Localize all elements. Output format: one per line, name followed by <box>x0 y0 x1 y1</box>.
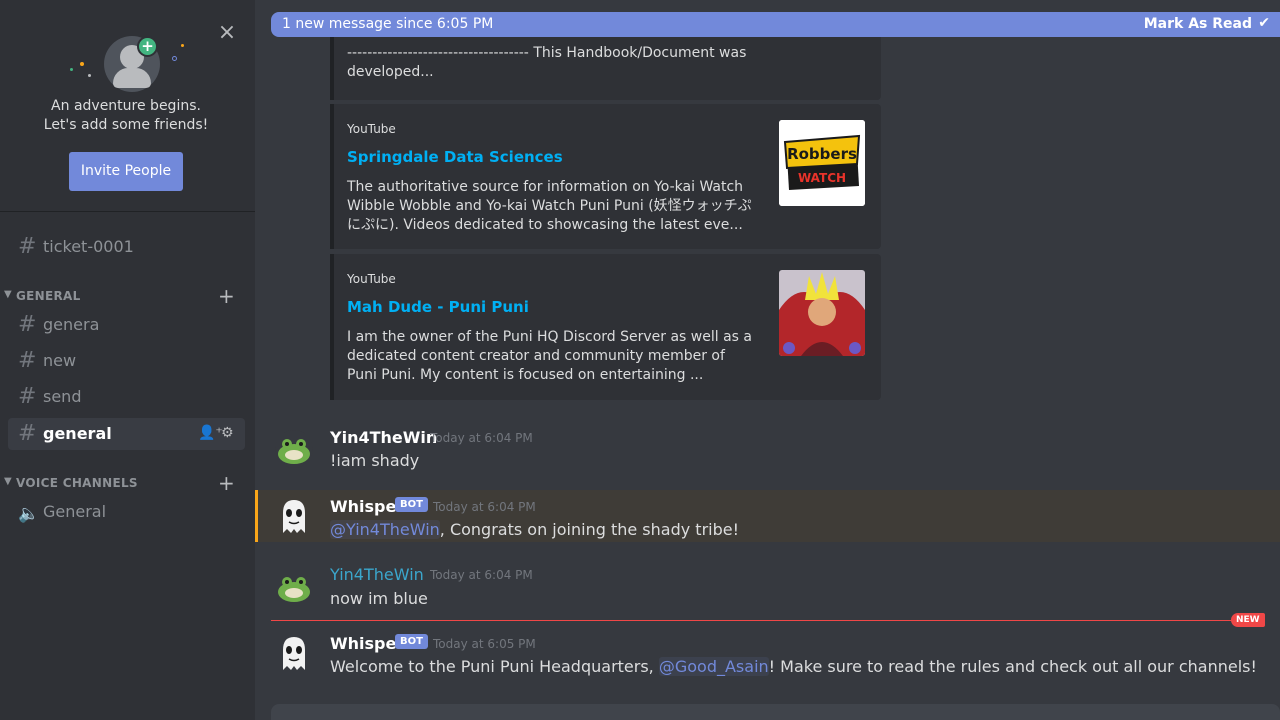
user-avatar[interactable] <box>275 430 313 468</box>
message-text: @Yin4TheWin, Congrats on joining the sha… <box>330 520 739 539</box>
embed-provider[interactable]: YouTube <box>347 272 396 286</box>
hash-icon: # <box>18 384 37 409</box>
user-mention[interactable]: @Yin4TheWin <box>330 520 440 539</box>
hash-icon: # <box>18 234 37 259</box>
channel-new[interactable]: # new <box>8 345 245 377</box>
ghost-avatar-icon <box>283 500 305 533</box>
message-text: !iam shady <box>330 451 420 470</box>
mark-read-icon: ✔ <box>1258 15 1270 31</box>
username[interactable]: Yin4TheWin <box>330 565 424 584</box>
frog-avatar-icon <box>278 577 310 602</box>
user-avatar[interactable] <box>275 568 313 606</box>
message-body: , Congrats on joining the shady tribe! <box>439 520 739 539</box>
youtube-embed: YouTube Springdale Data Sciences The aut… <box>330 104 881 249</box>
embed-provider[interactable]: YouTube <box>347 122 396 136</box>
channel-genera[interactable]: # genera <box>8 309 245 341</box>
invite-line-1: An adventure begins. <box>51 98 201 114</box>
channel-thumbnail[interactable] <box>779 270 865 356</box>
embed-title-link[interactable]: Mah Dude - Puni Puni <box>347 298 529 316</box>
channel-general[interactable]: # general 👤⁺ ⚙ <box>8 418 245 450</box>
invite-card: × + An adventure begins. Let's add some … <box>0 0 255 212</box>
mark-as-read-button[interactable]: Mark As Read <box>1144 16 1252 32</box>
embed-description: The authoritative source for information… <box>347 179 752 233</box>
user-mention[interactable]: @Good_Asain <box>658 657 769 676</box>
username[interactable]: Yin4TheWin <box>330 428 437 447</box>
embed-description: I am the owner of the Puni HQ Discord Se… <box>347 329 752 383</box>
category-label: VOICE CHANNELS <box>16 476 138 490</box>
timestamp: Today at 6:04 PM <box>430 568 533 582</box>
embed-title-link[interactable]: Springdale Data Sciences <box>347 148 563 166</box>
channel-label: genera <box>43 315 100 334</box>
add-friend-icon: + <box>137 36 158 57</box>
sparkle-decoration <box>181 44 184 47</box>
sparkle-decoration <box>88 74 91 77</box>
message-body: Welcome to the Puni Puni Headquarters, <box>330 657 659 676</box>
channel-send[interactable]: # send <box>8 381 245 413</box>
new-messages-divider <box>271 620 1265 621</box>
new-messages-text: 1 new message since 6:05 PM <box>282 16 494 32</box>
robbers-watch-logo: Robbers WATCH <box>779 120 865 206</box>
youtube-embed: YouTube Mah Dude - Puni Puni I am the ow… <box>330 254 881 400</box>
category-label: GENERAL <box>16 289 81 303</box>
category-general[interactable]: ▼ GENERAL + <box>4 284 244 308</box>
speaker-icon: 🔈 <box>18 504 40 524</box>
category-voice-channels[interactable]: ▼ VOICE CHANNELS + <box>4 471 244 495</box>
bot-avatar[interactable] <box>275 634 313 672</box>
svg-text:Robbers: Robbers <box>787 145 857 163</box>
channel-sidebar: × + An adventure begins. Let's add some … <box>0 0 255 720</box>
ghost-avatar-icon <box>283 637 305 670</box>
chat-main: ------------------------------------ Thi… <box>255 0 1280 720</box>
invite-member-icon[interactable]: 👤⁺ <box>198 425 223 441</box>
new-badge: NEW <box>1231 613 1265 627</box>
channel-label: send <box>43 387 82 406</box>
close-icon[interactable]: × <box>216 22 238 44</box>
bot-tag: BOT <box>395 497 428 512</box>
channel-label: general <box>43 424 112 443</box>
bot-avatar[interactable] <box>275 497 313 535</box>
invite-people-button[interactable]: Invite People <box>69 152 183 191</box>
message-body: ! Make sure to read the rules and check … <box>768 657 1257 676</box>
chat-message: Whisper BOT Today at 6:05 PM Welcome to … <box>255 628 1280 684</box>
invite-line-2: Let's add some friends! <box>43 117 209 133</box>
add-channel-icon[interactable]: + <box>218 471 235 495</box>
username[interactable]: Whisper <box>330 634 404 653</box>
character-art-thumbnail <box>779 270 865 356</box>
channel-ticket-0001[interactable]: # ticket-0001 <box>8 231 245 263</box>
gear-icon[interactable]: ⚙ <box>221 425 234 441</box>
bot-tag: BOT <box>395 634 428 649</box>
frog-avatar-icon <box>278 439 310 464</box>
chat-message: Yin4TheWin Today at 6:04 PM !iam shady <box>255 420 1280 480</box>
message-text: now im blue <box>330 589 428 608</box>
hash-icon: # <box>18 348 37 373</box>
chat-message: Yin4TheWin Today at 6:04 PM now im blue <box>255 558 1280 610</box>
embed-description: ------------------------------------ Thi… <box>347 44 746 82</box>
timestamp: Today at 6:04 PM <box>433 500 536 514</box>
svg-text:WATCH: WATCH <box>798 171 846 185</box>
timestamp: Today at 6:05 PM <box>433 637 536 651</box>
sparkle-decoration <box>172 56 177 61</box>
channel-label: ticket-0001 <box>43 237 134 256</box>
channel-thumbnail[interactable]: Robbers WATCH <box>779 120 865 206</box>
chevron-down-icon: ▼ <box>4 476 12 487</box>
voice-channel-general[interactable]: 🔈 General <box>8 496 245 528</box>
embed-line-2: developed... <box>347 64 434 80</box>
new-messages-bar[interactable]: 1 new message since 6:05 PM Mark As Read… <box>271 12 1280 37</box>
hash-icon: # <box>18 312 37 337</box>
hash-icon: # <box>18 421 37 446</box>
username[interactable]: Whisper <box>330 497 404 516</box>
message-text: Welcome to the Puni Puni Headquarters, @… <box>330 657 1257 676</box>
embed-line-1: ------------------------------------ Thi… <box>347 45 747 61</box>
chevron-down-icon: ▼ <box>4 289 12 300</box>
sparkle-decoration <box>70 68 73 71</box>
message-composer[interactable] <box>271 704 1280 720</box>
invite-message: An adventure begins. Let's add some frie… <box>0 97 252 135</box>
channel-label: new <box>43 351 77 370</box>
channel-label: General <box>43 502 107 521</box>
sparkle-decoration <box>80 62 84 66</box>
chat-message: Whisper BOT Today at 6:04 PM @Yin4TheWin… <box>255 490 1280 542</box>
timestamp: Today at 6:04 PM <box>430 431 533 445</box>
add-channel-icon[interactable]: + <box>218 284 235 308</box>
